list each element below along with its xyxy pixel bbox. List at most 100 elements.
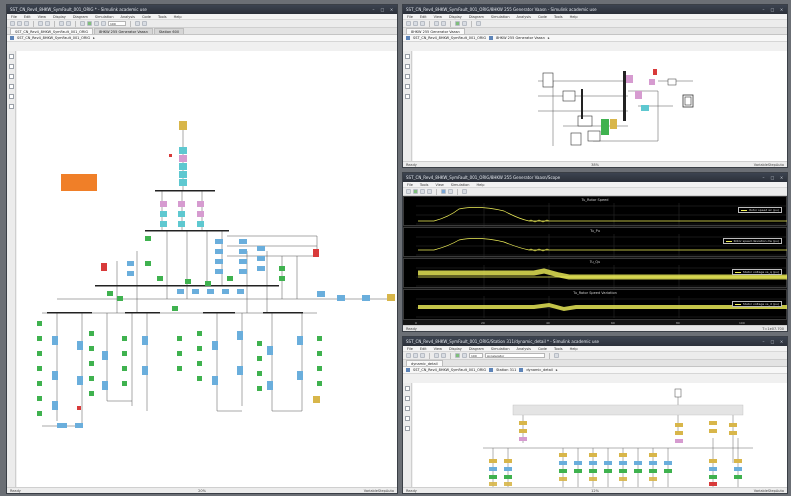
data-inspector-icon[interactable]	[142, 21, 147, 26]
zoom-icon[interactable]	[8, 54, 14, 59]
run-icon[interactable]	[455, 353, 460, 358]
minimize-icon[interactable]: –	[761, 7, 766, 12]
sim-mode-select[interactable]: Accelerator	[485, 353, 545, 358]
menu-diagram[interactable]: Diagram	[469, 15, 484, 19]
main-diagram-canvas[interactable]	[17, 51, 397, 487]
fit-view-icon[interactable]	[404, 64, 410, 69]
menu-display[interactable]: Display	[449, 347, 462, 351]
zoom-in-icon[interactable]	[441, 189, 446, 194]
menu-tools[interactable]: Tools	[554, 15, 563, 19]
menu-diagram[interactable]: Diagram	[469, 347, 484, 351]
open-icon[interactable]	[413, 21, 418, 26]
menu-file[interactable]: File	[407, 347, 413, 351]
zoom-icon[interactable]	[404, 386, 410, 391]
menu-code[interactable]: Code	[142, 15, 151, 19]
station-diagram-canvas[interactable]	[413, 383, 787, 488]
menu-edit[interactable]: Edit	[24, 15, 31, 19]
scope-menu-view[interactable]: View	[435, 183, 443, 187]
tab-generator-vaasn[interactable]: 8HKW 255 Generator Vaasn	[94, 28, 153, 34]
maximize-icon[interactable]: □	[770, 7, 775, 12]
minimize-icon[interactable]: –	[761, 175, 766, 180]
menu-view[interactable]: View	[38, 15, 46, 19]
settings-icon[interactable]	[406, 189, 411, 194]
menu-display[interactable]: Display	[53, 15, 66, 19]
close-icon[interactable]: ×	[779, 339, 784, 344]
image-icon[interactable]	[404, 416, 410, 421]
stop-icon[interactable]	[462, 353, 467, 358]
step-forward-icon[interactable]	[420, 189, 425, 194]
menu-diagram[interactable]: Diagram	[73, 15, 88, 19]
annotation-icon[interactable]	[404, 94, 410, 99]
arrow-icon[interactable]	[8, 74, 14, 79]
solver-label[interactable]: VariableStepAuto	[364, 489, 394, 493]
zoom-icon[interactable]	[404, 54, 410, 59]
breadcrumb-station[interactable]: Station 311	[496, 368, 516, 372]
solver-label[interactable]: VariableStepAuto	[754, 163, 784, 167]
menu-view[interactable]: View	[434, 347, 442, 351]
menu-analysis[interactable]: Analysis	[121, 15, 135, 19]
build-icon[interactable]	[135, 21, 140, 26]
step-back-icon[interactable]	[80, 21, 85, 26]
run-icon[interactable]	[413, 189, 418, 194]
menu-help[interactable]: Help	[570, 15, 578, 19]
image-icon[interactable]	[8, 84, 14, 89]
stop-icon[interactable]	[427, 189, 432, 194]
save-icon[interactable]	[24, 21, 29, 26]
close-icon[interactable]: ×	[779, 175, 784, 180]
run-icon[interactable]	[87, 21, 92, 26]
scope-menu-help[interactable]: Help	[476, 183, 484, 187]
undo-icon[interactable]	[434, 353, 439, 358]
area-icon[interactable]	[8, 104, 14, 109]
autoscale-icon[interactable]	[448, 189, 453, 194]
scope-menu-file[interactable]: File	[407, 183, 413, 187]
tab-generator-vaasn[interactable]: 8HKW 255 Generator Vaasn	[406, 28, 465, 34]
annotation-icon[interactable]	[404, 426, 410, 431]
menu-analysis[interactable]: Analysis	[517, 347, 531, 351]
close-icon[interactable]: ×	[779, 7, 784, 12]
model-settings-icon[interactable]	[66, 21, 71, 26]
annotation-icon[interactable]	[8, 94, 14, 99]
breadcrumb-root[interactable]: SST_CN_Rev4_8HKW_SymFault_001_ORIG	[17, 36, 90, 40]
open-icon[interactable]	[17, 21, 22, 26]
menu-view[interactable]: View	[434, 15, 442, 19]
library-browser-icon[interactable]	[59, 21, 64, 26]
tab-station-600[interactable]: Station 600	[153, 28, 185, 34]
build-icon[interactable]	[554, 353, 559, 358]
open-icon[interactable]	[413, 353, 418, 358]
menu-tools[interactable]: Tools	[554, 347, 563, 351]
step-forward-icon[interactable]	[94, 21, 99, 26]
menu-edit[interactable]: Edit	[420, 15, 427, 19]
undo-icon[interactable]	[38, 21, 43, 26]
new-model-icon[interactable]	[406, 21, 411, 26]
save-icon[interactable]	[420, 21, 425, 26]
save-icon[interactable]	[420, 353, 425, 358]
menu-simulation[interactable]: Simulation	[95, 15, 114, 19]
build-icon[interactable]	[476, 21, 481, 26]
new-model-icon[interactable]	[10, 21, 15, 26]
minimize-icon[interactable]: –	[761, 339, 766, 344]
breadcrumb-root[interactable]: SST_CN_Rev4_8HKW_SymFault_001_ORIG	[413, 368, 486, 372]
generator-diagram-canvas[interactable]	[413, 51, 787, 161]
tab-root-model[interactable]: SST_CN_Rev4_8HKW_SymFault_001_ORIG	[10, 28, 94, 34]
new-model-icon[interactable]	[406, 353, 411, 358]
minimize-icon[interactable]: –	[371, 7, 376, 12]
breadcrumb-dynamic-detail[interactable]: dynamic_detail	[526, 368, 553, 372]
menu-help[interactable]: Help	[570, 347, 578, 351]
scope-plot-area[interactable]: Tu_Rotor Speed Rotor speed wr (pu) Tu_Pu…	[403, 196, 787, 325]
menu-analysis[interactable]: Analysis	[517, 15, 531, 19]
menu-file[interactable]: File	[11, 15, 17, 19]
stop-time-field[interactable]: 100	[108, 21, 126, 26]
arrow-icon[interactable]	[404, 406, 410, 411]
undo-icon[interactable]	[434, 21, 439, 26]
fit-view-icon[interactable]	[404, 396, 410, 401]
breadcrumb-root[interactable]: SST_CN_Rev4_8HKW_SymFault_001_ORIG	[413, 36, 486, 40]
stop-time-field[interactable]: 100	[469, 353, 483, 358]
menu-display[interactable]: Display	[449, 15, 462, 19]
close-icon[interactable]: ×	[389, 7, 394, 12]
menu-simulation[interactable]: Simulation	[491, 347, 510, 351]
redo-icon[interactable]	[441, 21, 446, 26]
menu-simulation[interactable]: Simulation	[491, 15, 510, 19]
redo-icon[interactable]	[441, 353, 446, 358]
menu-help[interactable]: Help	[174, 15, 182, 19]
scope-menu-tools[interactable]: Tools	[420, 183, 429, 187]
